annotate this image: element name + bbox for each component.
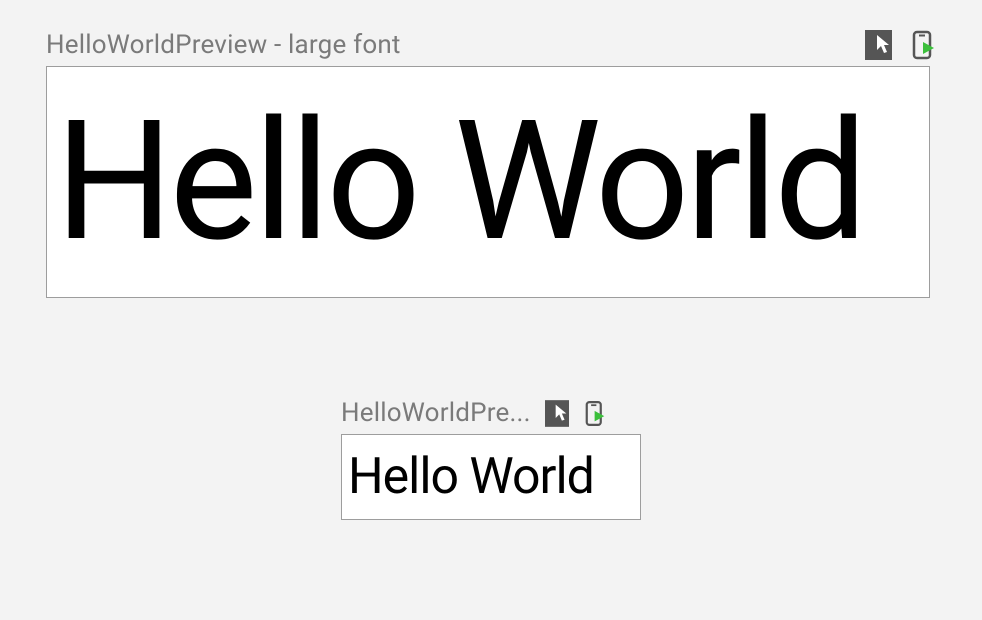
preview-title-small: HelloWorldPre... bbox=[341, 398, 531, 428]
preview-header-large: HelloWorldPreview - large font bbox=[46, 30, 936, 60]
interactive-mode-icon[interactable] bbox=[545, 400, 569, 427]
preview-text-large: Hello World bbox=[55, 99, 864, 265]
preview-canvas-small: Hello World bbox=[341, 434, 641, 520]
preview-canvas-large: Hello World bbox=[46, 66, 930, 298]
preview-actions-small bbox=[545, 400, 606, 427]
preview-header-small: HelloWorldPre... bbox=[341, 398, 641, 428]
run-on-device-icon[interactable] bbox=[912, 30, 936, 60]
run-on-device-icon[interactable] bbox=[585, 400, 606, 427]
preview-large: HelloWorldPreview - large font Hello Wor… bbox=[46, 30, 936, 298]
preview-text-small: Hello World bbox=[348, 452, 594, 502]
interactive-mode-icon[interactable] bbox=[865, 30, 892, 60]
preview-small: HelloWorldPre... Hello World bbox=[46, 398, 936, 520]
preview-title-large: HelloWorldPreview - large font bbox=[46, 30, 401, 60]
preview-actions-large bbox=[865, 30, 936, 60]
